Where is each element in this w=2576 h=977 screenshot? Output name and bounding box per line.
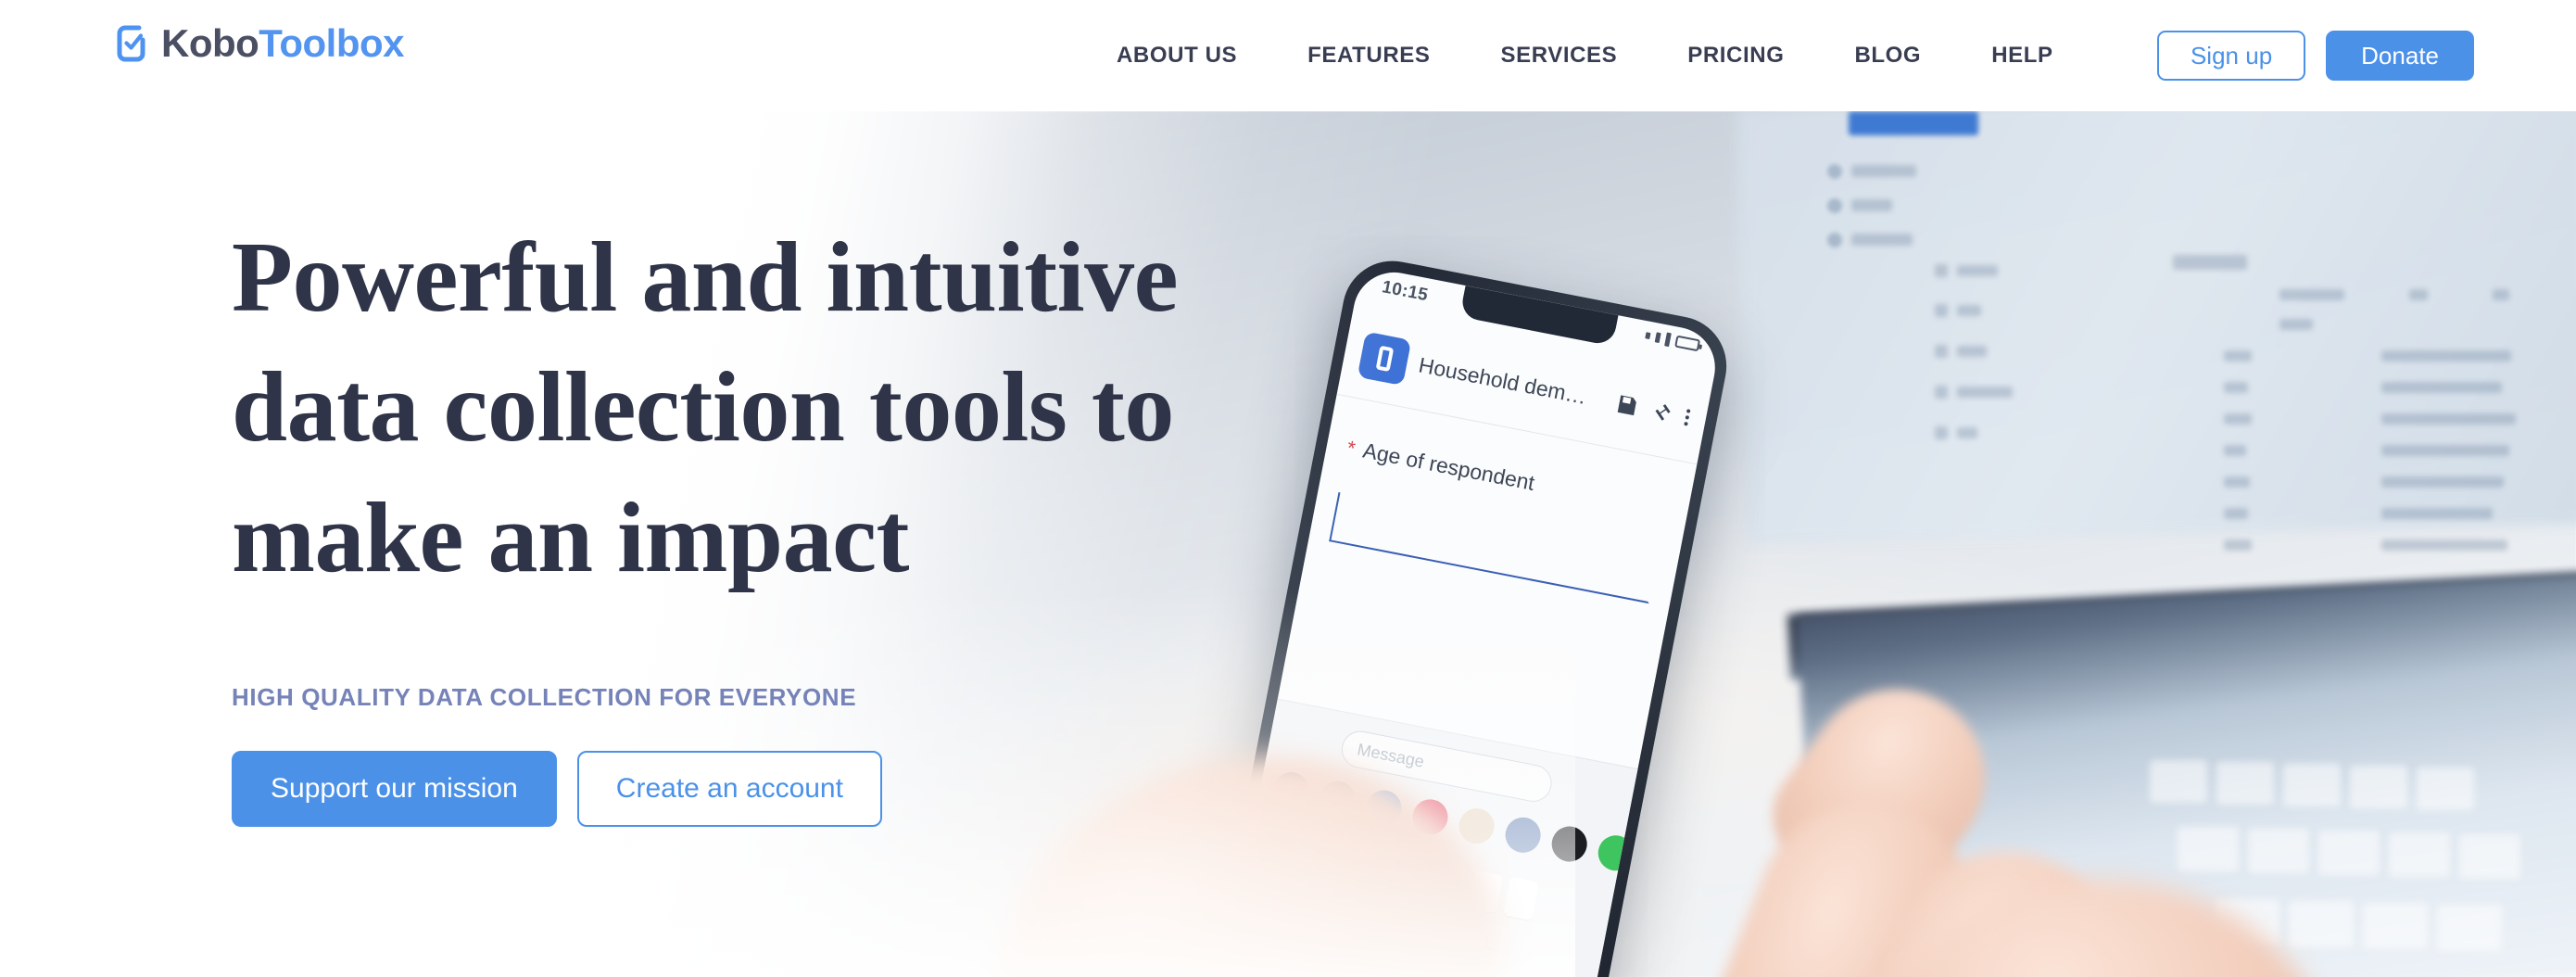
hero-cta-group: Support our mission Create an account [232,751,1307,828]
laptop-table-cell [2381,382,2502,393]
save-icon[interactable] [1613,392,1640,419]
hero-tagline: HIGH QUALITY DATA COLLECTION FOR EVERYON… [232,683,857,712]
laptop-key [2289,901,2354,947]
laptop-menu-row [1957,305,1981,316]
signal-bar-icon [1645,332,1651,340]
keyboard-key[interactable] [1502,877,1540,921]
laptop-menu-row [1957,346,1987,357]
laptop-menu-bullet [1935,345,1948,358]
laptop-key [2318,831,2380,875]
nav-item-about-us[interactable]: ABOUT US [1117,32,1237,80]
flag-icon[interactable] [1648,399,1674,425]
laptop-menu-row [1957,427,1977,438]
laptop-menu-row [1957,265,1998,276]
laptop-key [2363,903,2428,949]
nav-item-services[interactable]: SERVICES [1501,32,1618,80]
hero-heading-line-2: data collection tools to [232,352,1174,463]
header-actions: Sign up Donate [2156,0,2474,111]
laptop-key [2417,768,2474,810]
brand-logo[interactable]: KoboToolbox [117,24,404,63]
laptop-key [2437,905,2502,951]
music-app-icon[interactable] [1548,823,1590,865]
laptop-table-header [2493,289,2509,300]
laptop-menu-bullet [1935,386,1948,399]
brand-name-primary: Kobo [161,21,259,65]
laptop-table-cell [2224,413,2252,425]
app-icon-glyph [1375,345,1394,372]
laptop-key [2248,829,2309,873]
required-marker: * [1345,436,1357,461]
laptop-sidebar-row [1851,165,1916,177]
nav-item-pricing[interactable]: PRICING [1687,32,1784,80]
laptop-table-cell [2224,539,2252,551]
nav-item-help[interactable]: HELP [1991,32,2052,80]
laptop-table-header [2279,289,2344,300]
laptop-menu-bullet [1935,304,1948,317]
brand-name-secondary: Toolbox [259,21,404,65]
nav-item-blog[interactable]: BLOG [1854,32,1921,80]
site-header: KoboToolbox ABOUT US FEATURES SERVICES P… [0,0,2576,111]
nav-item-features[interactable]: FEATURES [1307,32,1430,80]
donate-button[interactable]: Donate [2326,31,2474,81]
laptop-table-cell [2381,539,2507,551]
hero-copy: Powerful and intuitive data collection t… [232,213,1307,828]
battery-icon [1674,335,1701,352]
page-root: KoboToolbox ABOUT US FEATURES SERVICES P… [0,0,2576,977]
laptop-sidebar-dot [1827,164,1842,179]
laptop-table-cell [2381,476,2504,488]
laptop-sidebar-dot [1827,198,1842,213]
photos-app-icon[interactable] [1502,814,1544,856]
sign-up-button[interactable]: Sign up [2156,31,2306,81]
laptop-table-cell [2381,350,2511,362]
laptop-key [2389,832,2450,877]
kobocollect-app-icon [1357,331,1412,386]
page-title: Powerful and intuitive data collection t… [232,213,1307,603]
signal-bar-icon [1664,332,1672,348]
laptop-table-header [2173,255,2247,270]
hero-heading-line-1: Powerful and intuitive [232,222,1179,333]
laptop-sidebar-row [1851,234,1913,246]
laptop-table-header [2279,319,2313,330]
laptop-key [2150,760,2207,803]
laptop-table-cell [2224,382,2248,393]
hero-section: 10:15 Household dem… * Age of respondent… [0,111,2576,977]
laptop-table-cell [2224,476,2250,488]
laptop-key [2350,766,2407,808]
laptop-table-cell [2224,508,2248,519]
laptop-sidebar-dot [1827,233,1842,247]
laptop-key [2459,834,2520,879]
phone-status-icons [1644,328,1701,352]
laptop-table-cell [2224,350,2252,362]
laptop-menu-bullet [1935,426,1948,439]
kebab-menu-icon[interactable] [1684,408,1691,426]
laptop-menu-row [1957,387,2013,398]
laptop-key [2216,762,2274,805]
survey-question-label: Age of respondent [1360,438,1537,495]
animoji-monkey-icon[interactable] [1456,805,1497,847]
laptop-table-cell [2224,445,2246,456]
create-an-account-button[interactable]: Create an account [576,751,882,828]
survey-form-title: Household dem… [1416,352,1589,409]
signal-bar-icon [1654,332,1661,344]
laptop-screen-highlight-button [1849,111,1978,135]
main-navigation: ABOUT US FEATURES SERVICES PRICING BLOG … [1117,0,2053,111]
laptop-key [2178,827,2239,871]
brand-wordmark: KoboToolbox [161,24,404,63]
laptop-table-cell [2381,413,2516,425]
laptop-key [2283,764,2341,806]
laptop-table-header [2409,289,2428,300]
hero-heading-line-3: make an impact [232,482,909,593]
laptop-sidebar-row [1851,199,1892,211]
laptop-menu-bullet [1935,264,1948,277]
kobo-clipboard-check-icon [117,25,145,62]
survey-topbar-icons [1613,392,1691,429]
laptop-table-cell [2381,445,2509,456]
phone-status-time: 10:15 [1380,277,1430,306]
laptop-table-cell [2381,508,2493,519]
support-our-mission-button[interactable]: Support our mission [232,751,557,828]
